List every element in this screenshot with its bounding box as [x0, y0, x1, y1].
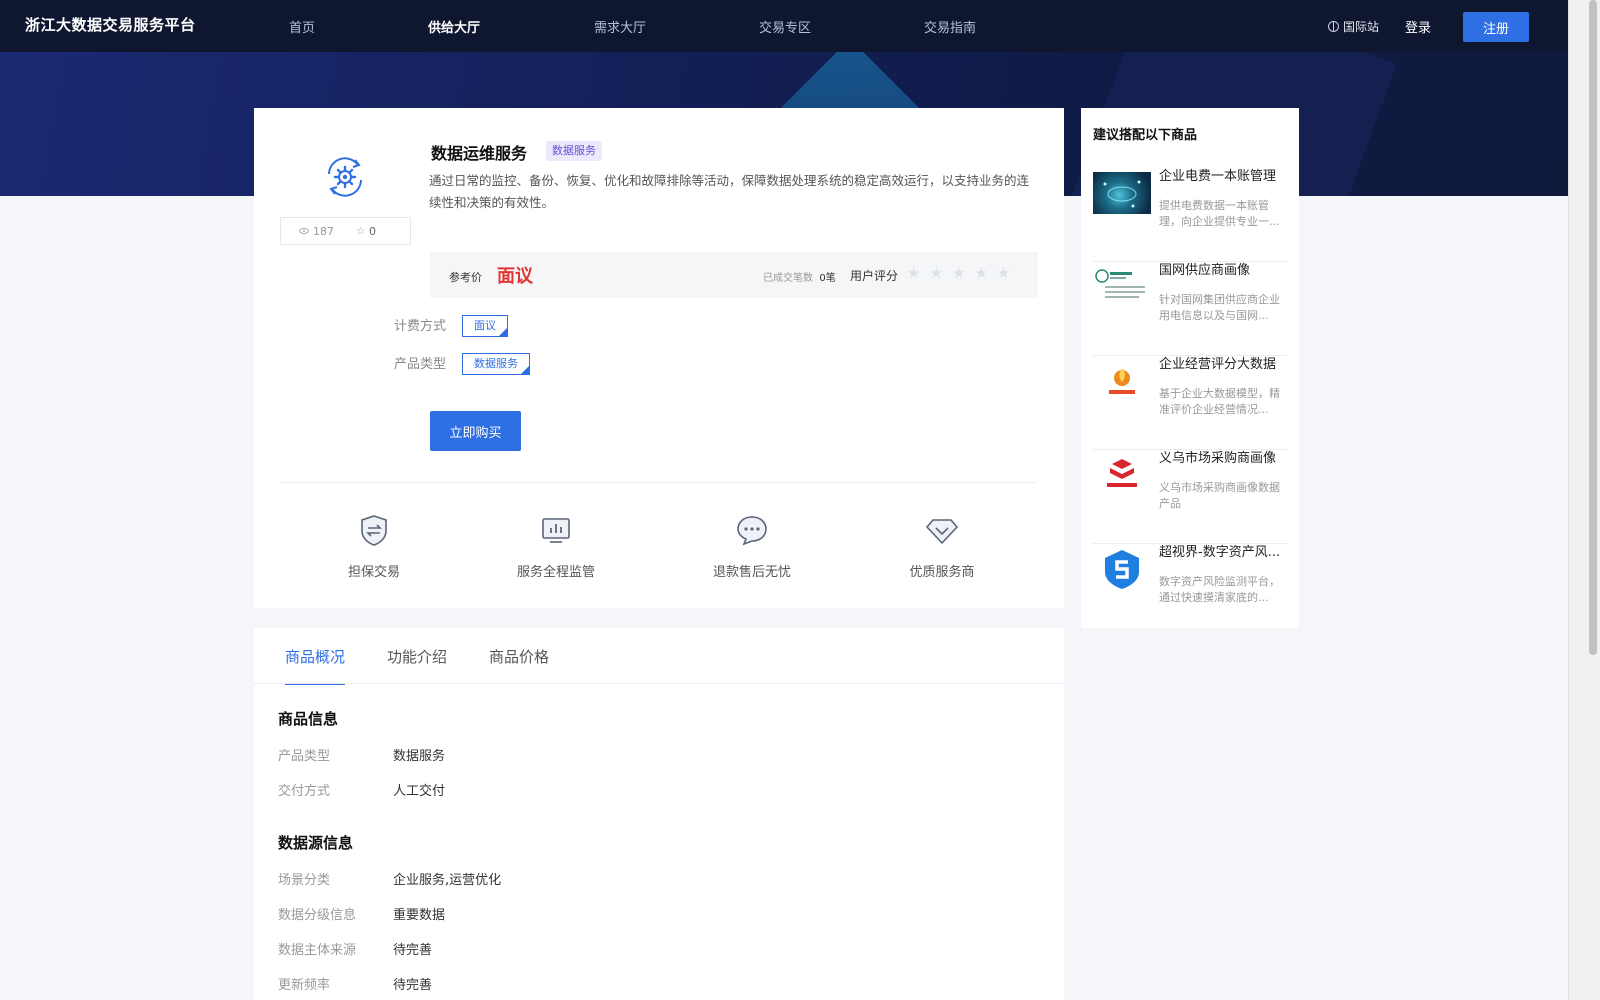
- price-label: 参考价: [449, 271, 482, 284]
- globe-icon: [1328, 21, 1339, 32]
- shield-s-logo-icon: [1105, 550, 1139, 589]
- recommend-title: 超视界-数字资产风...: [1159, 545, 1281, 560]
- info-value: 待完善: [393, 943, 433, 958]
- recommend-item[interactable]: 国网供应商画像 针对国网集团供应商企业用电信息以及与国网...: [1093, 262, 1289, 356]
- deals-label: 已成交笔数: [763, 273, 813, 284]
- recommend-desc: 针对国网集团供应商企业用电信息以及与国网...: [1159, 293, 1280, 322]
- recommend-desc: 基于企业大数据模型，精准评价企业经营情况...: [1159, 387, 1280, 416]
- recommend-title: 企业电费一本账管理: [1159, 169, 1277, 184]
- feature-label: 退款售后无忧: [712, 565, 791, 580]
- tab-pricing[interactable]: 商品价格: [489, 646, 549, 683]
- cloud-network-icon: [1103, 180, 1141, 208]
- recommend-desc: 义乌市场采购商画像数据产品: [1159, 481, 1280, 510]
- intl-site-link[interactable]: 国际站: [1328, 18, 1379, 35]
- intl-site-label: 国际站: [1343, 20, 1380, 34]
- login-link[interactable]: 登录: [1405, 17, 1431, 36]
- diamond-icon: [925, 519, 959, 545]
- recommend-item[interactable]: 企业电费一本账管理 提供电费数据一本账管理，向企业提供专业一...: [1093, 168, 1289, 262]
- product-thumbnail: [1093, 172, 1151, 214]
- deals-count: 0笔: [819, 273, 836, 284]
- recommend-desc: 提供电费数据一本账管理，向企业提供专业一...: [1159, 199, 1280, 228]
- gear-refresh-icon: [328, 157, 362, 197]
- product-stats: 187 ☆ 0: [280, 217, 411, 245]
- recommend-item[interactable]: 义乌市场采购商画像 义乌市场采购商画像数据产品: [1093, 450, 1289, 544]
- info-value: 待完善: [393, 978, 433, 993]
- divider: [280, 482, 1036, 483]
- nav-supply-hall[interactable]: 供给大厅: [428, 17, 480, 36]
- info-value: 人工交付: [393, 784, 446, 799]
- info-key: 数据主体来源: [278, 943, 357, 958]
- star-icon: ☆: [356, 225, 365, 237]
- recommend-sidebar: 建议搭配以下商品 企业电费一本账管理 提供电费数据一本账管理，向企业提供专业一.…: [1081, 108, 1299, 628]
- views-count: 187: [313, 224, 334, 238]
- goods-info-title: 商品信息: [278, 710, 339, 728]
- feature-label: 优质服务商: [909, 565, 975, 580]
- chat-bubble-icon: [737, 516, 767, 546]
- feature-refund: 退款售后无忧: [702, 512, 802, 580]
- feature-guarantee: 担保交易: [334, 512, 414, 580]
- price-value: 面议: [497, 266, 533, 287]
- feature-label: 服务全程监管: [516, 565, 595, 580]
- price-bar: 参考价 面议 已成交笔数 0笔 用户评分 ★★★★★: [430, 252, 1038, 298]
- type-label: 产品类型: [394, 357, 447, 372]
- feature-quality: 优质服务商: [902, 512, 982, 580]
- views-stat: 187: [299, 225, 334, 238]
- page-scrollbar[interactable]: [1568, 0, 1600, 1000]
- recommend-title: 义乌市场采购商画像: [1159, 451, 1277, 466]
- info-key: 数据分级信息: [278, 908, 357, 923]
- product-thumbnail: [1093, 266, 1151, 308]
- deals-info: 已成交笔数 0笔: [763, 269, 836, 284]
- nav-demand-hall[interactable]: 需求大厅: [594, 17, 646, 36]
- yiwu-logo-icon: [1107, 459, 1137, 487]
- feature-supervision: 服务全程监管: [506, 512, 606, 580]
- recommend-item[interactable]: 企业经营评分大数据 基于企业大数据模型，精准评价企业经营情况...: [1093, 356, 1289, 450]
- register-button[interactable]: 注册: [1463, 12, 1529, 42]
- product-thumbnail: [1093, 548, 1151, 590]
- info-value: 重要数据: [393, 908, 446, 923]
- product-title: 数据运维服务: [431, 144, 528, 163]
- detail-tabs-card: 商品概况 功能介绍 商品价格 商品信息 产品类型 数据服务 交付方式 人工交付 …: [254, 628, 1064, 1000]
- nav-home[interactable]: 首页: [289, 17, 315, 36]
- eye-icon: [299, 228, 309, 234]
- product-thumbnail: [1093, 360, 1151, 402]
- product-description: 通过日常的监控、备份、恢复、优化和故障排除等活动，保障数据处理系统的稳定高效运行…: [429, 173, 1030, 210]
- top-navbar: 浙江大数据交易服务平台 首页 供给大厅 需求大厅 交易专区 交易指南 国际站 登…: [0, 0, 1568, 52]
- info-value: 数据服务: [393, 749, 446, 764]
- info-key: 产品类型: [278, 749, 331, 764]
- shield-exchange-icon: [361, 515, 387, 546]
- favorites-stat[interactable]: ☆ 0: [356, 225, 376, 238]
- info-key: 场景分类: [278, 873, 331, 888]
- scrollbar-thumb[interactable]: [1589, 0, 1597, 655]
- rating-stars: ★★★★★: [907, 264, 1020, 282]
- buy-now-button[interactable]: 立即购买: [430, 411, 521, 451]
- product-card: 187 ☆ 0 数据运维服务 数据服务 通过日常的监控、备份、恢复、优化和故障排…: [254, 108, 1064, 608]
- info-key: 更新频率: [278, 978, 331, 993]
- site-brand[interactable]: 浙江大数据交易服务平台: [25, 14, 196, 35]
- source-info-title: 数据源信息: [278, 834, 354, 852]
- tab-overview[interactable]: 商品概况: [285, 646, 346, 685]
- rating-label: 用户评分: [850, 269, 899, 283]
- type-option[interactable]: 数据服务: [462, 353, 530, 375]
- recommend-title: 企业经营评分大数据: [1159, 357, 1277, 372]
- tab-features[interactable]: 功能介绍: [387, 646, 447, 683]
- state-grid-logo-icon: [1095, 269, 1145, 298]
- favorites-count: 0: [368, 224, 376, 238]
- feature-label: 担保交易: [347, 565, 400, 580]
- product-thumbnail: [1093, 454, 1151, 496]
- recommend-desc: 数字资产风险监测平台，通过快速摸清家底的...: [1159, 575, 1280, 604]
- billing-option[interactable]: 面议: [462, 315, 508, 337]
- recommend-item[interactable]: 超视界-数字资产风... 数字资产风险监测平台，通过快速摸清家底的...: [1093, 544, 1289, 628]
- recommend-title: 国网供应商画像: [1159, 263, 1251, 278]
- product-tag: 数据服务: [546, 141, 602, 161]
- fire-logo-icon: [1109, 368, 1135, 394]
- tabs-divider: [254, 683, 1064, 684]
- monitor-chart-icon: [542, 518, 570, 543]
- info-value: 企业服务,运营优化: [393, 873, 502, 888]
- info-key: 交付方式: [278, 784, 331, 799]
- billing-label: 计费方式: [394, 319, 447, 334]
- nav-trade-zone[interactable]: 交易专区: [759, 17, 811, 36]
- nav-trade-guide[interactable]: 交易指南: [924, 17, 976, 36]
- sidebar-title: 建议搭配以下商品: [1093, 128, 1198, 143]
